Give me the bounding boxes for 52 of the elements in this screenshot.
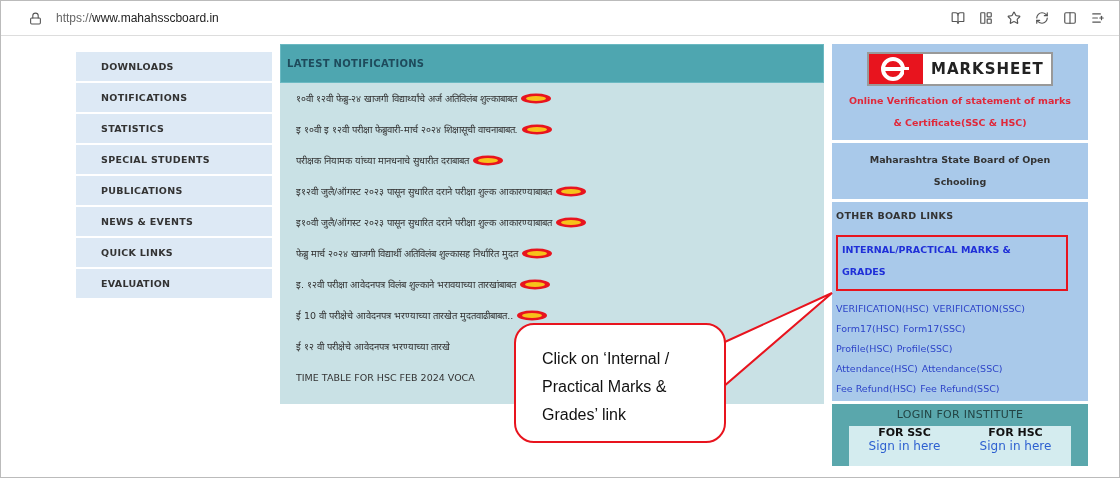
board-link[interactable]: VERIFICATION(HSC) bbox=[836, 302, 929, 314]
board-link[interactable]: Form17(HSC) bbox=[836, 322, 900, 334]
refresh-icon[interactable] bbox=[1035, 11, 1049, 25]
login-heading: FOR SSC bbox=[878, 426, 931, 439]
menu-item[interactable]: EVALUATION bbox=[76, 269, 272, 298]
board-link[interactable]: Attendance(SSC) bbox=[921, 362, 1003, 374]
new-badge-icon bbox=[520, 124, 553, 135]
notification-link[interactable]: इ१२वी जुलै/ऑगस्ट २०२३ पासून सुधारित दराने परीक्षा शुल्क आकारण्याबाबत bbox=[296, 185, 553, 198]
internal-marks-link[interactable]: INTERNAL/PRACTICAL MARKS & GRADES bbox=[836, 235, 1068, 291]
new-badge-icon bbox=[555, 186, 588, 197]
menu-item[interactable]: NOTIFICATIONS bbox=[76, 83, 272, 112]
board-link[interactable]: VERIFICATION(SSC) bbox=[933, 302, 1025, 314]
notification-link[interactable]: १०वी १२वी फेब्रु-२४ खाजगी विद्यार्थ्यांचे अर्ज अतिविलंब शुल्काबाबत bbox=[296, 92, 517, 105]
menu-item[interactable]: DOWNLOADS bbox=[76, 52, 272, 81]
sign-in-link[interactable]: Sign in here bbox=[868, 439, 941, 453]
login-heading: FOR HSC bbox=[988, 426, 1043, 439]
notification-link[interactable]: परीक्षक नियामक यांच्या मानधनाचे सुधारीत दराबाबत bbox=[296, 154, 470, 167]
board-link[interactable]: Profile(SSC) bbox=[896, 342, 953, 354]
login-title: LOGIN FOR INSTITUTE bbox=[896, 408, 1024, 421]
favorite-star-icon[interactable] bbox=[1007, 11, 1021, 25]
address-bar[interactable]: https://www.mahahsscboard.in bbox=[56, 11, 937, 25]
new-badge-icon bbox=[472, 155, 505, 166]
board-link[interactable]: Fee Refund(SSC) bbox=[920, 382, 1000, 394]
board-link[interactable]: Form17(SSC) bbox=[903, 322, 966, 334]
lock-icon bbox=[29, 11, 42, 25]
board-link[interactable]: Attendance(HSC) bbox=[836, 362, 918, 374]
logo-text: MARKSHEET bbox=[930, 60, 1044, 78]
notification-link[interactable]: फेब्रु मार्च २०२४ खाजगी विद्यार्थी अतिविलंब शुल्कासह निर्धारित मुदत bbox=[296, 247, 519, 260]
notification-link[interactable]: इ१०वी जुलै/ऑगस्ट २०२३ पासून सुधारित दराने परीक्षा शुल्क आकारण्याबाबत bbox=[296, 216, 553, 229]
section-title: OTHER BOARD LINKS bbox=[836, 210, 955, 221]
e-logo-icon bbox=[869, 54, 923, 84]
notification-link[interactable]: इ. १२वी परीक्षा आवेदनपत्र विलंब शुल्काने भरावयाच्या तारखांबाबत bbox=[296, 278, 517, 291]
new-badge-icon bbox=[521, 248, 554, 259]
board-link[interactable]: Profile(HSC) bbox=[836, 342, 893, 354]
new-badge-icon bbox=[519, 93, 552, 104]
notification-link[interactable]: ई १२ वी परीक्षेचे आवेदनपत्र भरण्याच्या तारखे bbox=[296, 340, 451, 353]
notification-link[interactable]: इ १०वी इ १२वी परीक्षा फेब्रुवारी-मार्च २०२४ शिक्षासूची वाचनाबाबत. bbox=[296, 123, 518, 136]
menu-item[interactable]: SPECIAL STUDENTS bbox=[76, 145, 272, 174]
menu-item[interactable]: STATISTICS bbox=[76, 114, 272, 143]
notification-link[interactable]: ई 10 वी परीक्षेचे आवेदनपत्र भरण्याच्या तारखेत मुदतवाढीबाबत.. bbox=[296, 309, 514, 322]
split-screen-icon[interactable] bbox=[1063, 11, 1077, 25]
marksheet-logo[interactable]: MARKSHEET bbox=[867, 52, 1053, 86]
notification-link[interactable]: TIME TABLE FOR HSC FEB 2024 VOCA bbox=[296, 372, 475, 383]
menu-item[interactable]: NEWS & EVENTS bbox=[76, 207, 272, 236]
sign-in-link[interactable]: Sign in here bbox=[979, 439, 1052, 453]
new-badge-icon bbox=[516, 310, 549, 321]
menu-item[interactable]: QUICK LINKS bbox=[76, 238, 272, 267]
menu-item[interactable]: PUBLICATIONS bbox=[76, 176, 272, 205]
new-badge-icon bbox=[519, 279, 552, 290]
panel-header: LATEST NOTIFICATIONS bbox=[280, 44, 824, 83]
new-badge-icon bbox=[555, 217, 588, 228]
board-link[interactable]: Fee Refund(HSC) bbox=[836, 382, 917, 394]
